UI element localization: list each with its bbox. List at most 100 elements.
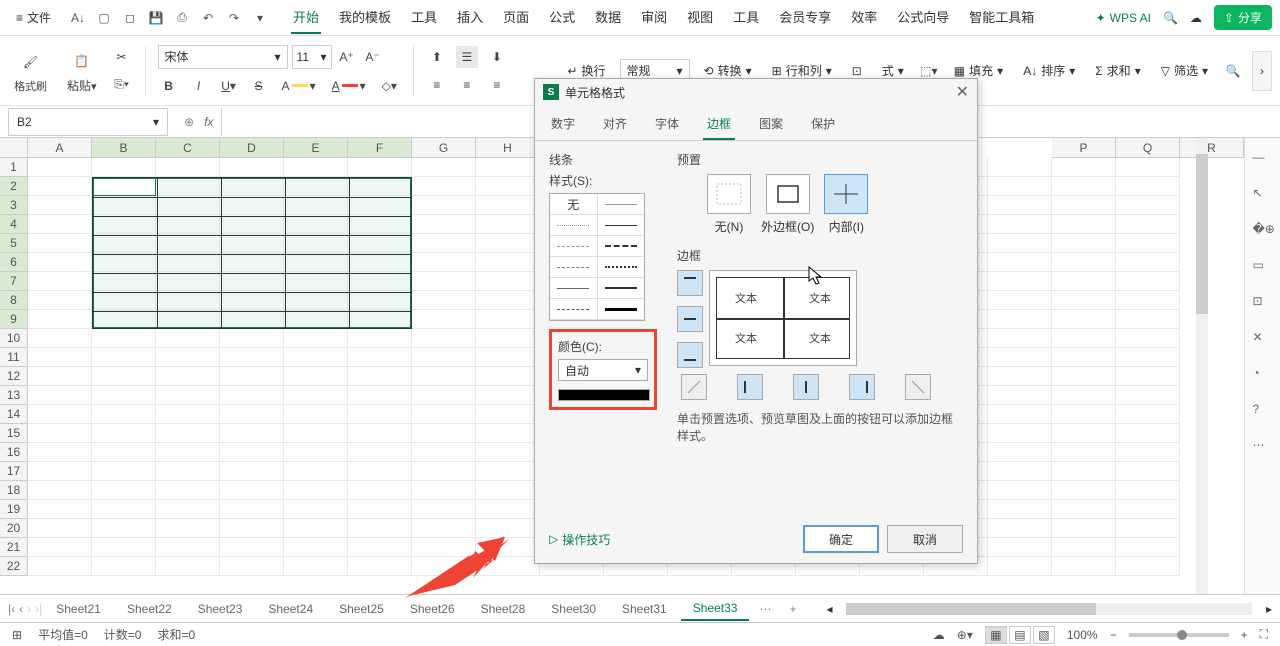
horizontal-scrollbar[interactable]: ◂ ▸ [826, 602, 1272, 616]
status-icon[interactable]: ⊞ [12, 628, 22, 642]
add-sheet-icon[interactable]: + [781, 598, 804, 620]
cancel-button[interactable]: 取消 [887, 525, 963, 553]
line-style-option[interactable] [550, 299, 598, 319]
align-top-icon[interactable]: ⬆ [426, 46, 448, 68]
dialog-tab-font[interactable]: 字体 [651, 109, 683, 140]
dialog-titlebar[interactable]: S 单元格格式 ✕ [535, 79, 977, 105]
row-header[interactable]: 3 [0, 196, 28, 215]
zoom-slider[interactable] [1129, 633, 1229, 637]
row-header[interactable]: 6 [0, 253, 28, 272]
row-header[interactable]: 11 [0, 348, 28, 367]
font-color-button[interactable]: A▾ [328, 75, 370, 97]
row-header[interactable]: 16 [0, 443, 28, 462]
tab-tools[interactable]: 工具 [409, 1, 439, 34]
row-header[interactable]: 8 [0, 291, 28, 310]
line-style-option[interactable] [598, 236, 645, 256]
row-header[interactable]: 4 [0, 215, 28, 234]
row-header[interactable]: 17 [0, 462, 28, 481]
row-header[interactable]: 2 [0, 177, 28, 196]
line-style-list[interactable]: 无 [549, 193, 645, 321]
col-header[interactable]: H [476, 138, 540, 158]
row-header[interactable]: 21 [0, 538, 28, 557]
font-name-select[interactable]: 宋体 ▾ [158, 45, 288, 69]
font-size-select[interactable]: 11 ▾ [292, 45, 332, 69]
cloud-icon[interactable]: ☁ [1190, 11, 1202, 25]
scrollbar-thumb[interactable] [1196, 154, 1208, 314]
row-header[interactable]: 15 [0, 424, 28, 443]
sheet-tab[interactable]: Sheet23 [186, 598, 255, 620]
target-icon[interactable]: ⊕▾ [957, 628, 973, 642]
undo-icon[interactable]: ↶ [199, 9, 217, 27]
bold-button[interactable]: B [158, 75, 180, 97]
wps-ai-button[interactable]: ✦ WPS AI [1096, 11, 1151, 25]
tab-home[interactable]: 开始 [291, 1, 321, 34]
sheet-tab[interactable]: Sheet31 [610, 598, 679, 620]
save-icon[interactable]: 💾 [147, 9, 165, 27]
tab-formula[interactable]: 公式 [547, 1, 577, 34]
align-right-icon[interactable]: ≡ [486, 74, 508, 96]
help-icon[interactable]: ? [1253, 402, 1273, 422]
sort-button[interactable]: A↓排序▾ [1017, 58, 1081, 83]
fx-icon[interactable]: fx [204, 115, 213, 129]
tab-data[interactable]: 数据 [593, 1, 623, 34]
cursor-icon[interactable]: ↖ [1253, 186, 1273, 206]
col-header[interactable]: B [92, 138, 156, 158]
break-view-icon[interactable]: ▧ [1033, 626, 1055, 644]
gallery-icon[interactable]: ⊡ [1253, 294, 1273, 314]
chart-icon[interactable]: ◔ [1253, 366, 1273, 386]
col-header[interactable]: P [1052, 138, 1116, 158]
first-sheet-icon[interactable]: |‹ [8, 602, 15, 616]
col-header[interactable]: G [412, 138, 476, 158]
col-header[interactable]: E [284, 138, 348, 158]
row-header[interactable]: 10 [0, 329, 28, 348]
col-header[interactable]: F [348, 138, 412, 158]
tab-member[interactable]: 会员专享 [777, 1, 833, 34]
ok-button[interactable]: 确定 [803, 525, 879, 553]
border-left-button[interactable] [737, 374, 763, 400]
border-hmiddle-button[interactable] [677, 306, 703, 332]
align-left-icon[interactable]: ≡ [426, 74, 448, 96]
format-painter-group[interactable]: 🖌 格式刷 [8, 48, 53, 94]
tab-review[interactable]: 审阅 [639, 1, 669, 34]
page-view-icon[interactable]: ▤ [1009, 626, 1031, 644]
col-header[interactable]: R [1180, 138, 1244, 158]
zoom-in-icon[interactable]: + [1241, 628, 1248, 642]
print-icon[interactable]: ⎙ [173, 9, 191, 27]
normal-view-icon[interactable]: ▦ [985, 626, 1007, 644]
redo-icon[interactable]: ↷ [225, 9, 243, 27]
border-top-button[interactable] [677, 270, 703, 296]
line-style-option[interactable] [598, 299, 645, 319]
tab-insert[interactable]: 插入 [455, 1, 485, 34]
line-style-option[interactable] [598, 215, 645, 235]
tab-templates[interactable]: 我的模板 [337, 1, 393, 34]
copy-icon[interactable]: ⎘▾ [111, 74, 133, 96]
minus-icon[interactable]: — [1253, 150, 1273, 170]
prev-sheet-icon[interactable]: ‹ [19, 602, 23, 616]
find-icon[interactable]: 🔍 [1222, 60, 1244, 82]
ribbon-expand-button[interactable]: › [1252, 51, 1272, 91]
more-icon[interactable]: ⋯ [1253, 438, 1273, 458]
color-select[interactable]: 自动 ▾ [558, 359, 648, 381]
cancel-icon[interactable]: ⊕ [184, 115, 194, 129]
dialog-tab-border[interactable]: 边框 [703, 109, 735, 140]
tab-view[interactable]: 视图 [685, 1, 715, 34]
share-button[interactable]: ⇧ 分享 [1214, 5, 1272, 30]
zoom-out-icon[interactable]: − [1110, 628, 1117, 642]
row-header[interactable]: 1 [0, 158, 28, 177]
tab-formula-guide[interactable]: 公式向导 [895, 1, 951, 34]
select-all-corner[interactable] [0, 138, 28, 158]
italic-button[interactable]: I [188, 75, 210, 97]
next-sheet-icon[interactable]: › [27, 602, 31, 616]
line-style-none[interactable]: 无 [550, 194, 598, 214]
border-bottom-button[interactable] [677, 342, 703, 368]
preset-outer-button[interactable] [766, 174, 810, 214]
sheet-tab[interactable]: Sheet24 [256, 598, 325, 620]
tab-tools2[interactable]: 工具 [731, 1, 761, 34]
line-style-option[interactable] [598, 194, 645, 214]
border-right-button[interactable] [849, 374, 875, 400]
sheet-tab[interactable]: Sheet30 [539, 598, 608, 620]
align-bottom-icon[interactable]: ⬇ [486, 46, 508, 68]
dialog-tab-number[interactable]: 数字 [547, 109, 579, 140]
underline-button[interactable]: U▾ [218, 75, 240, 97]
close-icon[interactable]: ✕ [956, 82, 969, 102]
